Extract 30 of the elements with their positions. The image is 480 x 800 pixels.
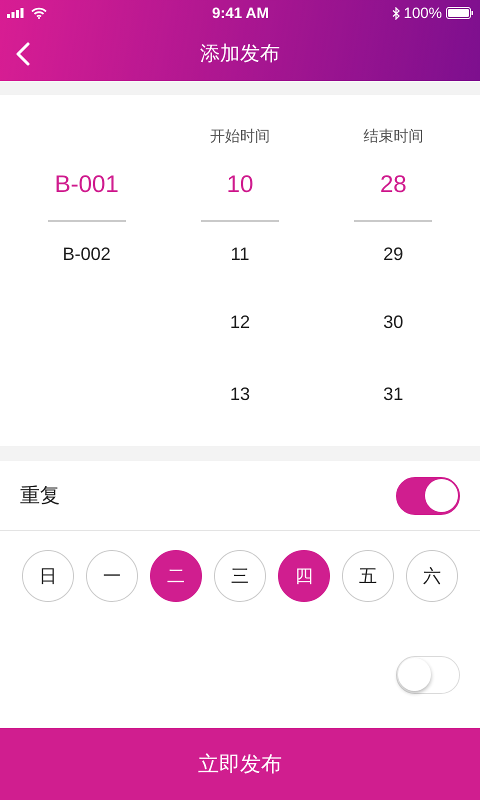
column-header: 开始时间 [210,127,270,146]
column-header: 结束时间 [363,127,424,146]
bluetooth-icon [392,6,400,20]
battery-icon [446,7,474,19]
wifi-icon [31,7,47,19]
page-title: 添加发布 [200,40,280,67]
weekday-button[interactable]: 日 [22,550,74,602]
weekday-button[interactable]: 五 [342,550,394,602]
repeat-label: 重复 [20,482,60,509]
picker-option[interactable]: 30 [354,286,432,358]
toggle-switch[interactable] [396,656,460,694]
weekday-button[interactable]: 四 [278,550,330,602]
picker-option[interactable]: B-002 [48,222,126,286]
weekday-button[interactable]: 六 [406,550,458,602]
status-time: 9:41 AM [212,4,269,22]
picker-option[interactable]: 11 [200,222,279,286]
picker-option[interactable]: 10 [200,150,279,222]
picker-option[interactable]: 31 [354,358,432,430]
weekday-button[interactable]: 一 [86,550,138,602]
battery-percent: 100% [404,4,442,22]
weekday-button[interactable]: 二 [150,550,202,602]
picker-option[interactable]: 13 [200,358,279,430]
weekday-button[interactable]: 三 [214,550,266,602]
picker-option[interactable]: 29 [354,222,432,286]
picker-option[interactable]: 28 [354,150,432,222]
repeat-toggle[interactable] [396,476,460,514]
back-icon [16,42,30,66]
picker-option[interactable]: B-001 [48,150,126,222]
picker-option[interactable]: 12 [200,286,279,358]
publish-button[interactable]: 立即发布 [0,728,480,800]
